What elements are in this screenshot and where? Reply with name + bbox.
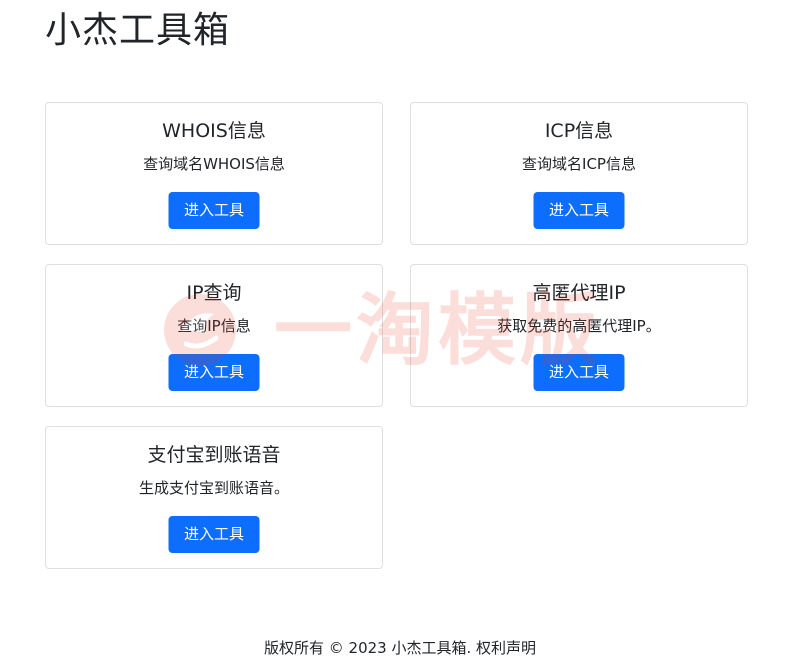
enter-tool-button-alipay-voice[interactable]: 进入工具: [168, 516, 260, 553]
enter-tool-button-ip-lookup[interactable]: 进入工具: [168, 354, 260, 391]
card-title: ICP信息: [544, 120, 614, 142]
card-description: 查询域名ICP信息: [522, 155, 636, 173]
page: 小杰工具箱 WHOIS信息 查询域名WHOIS信息 进入工具 ICP信息 查询域…: [0, 0, 800, 668]
card-description: 查询域名WHOIS信息: [143, 155, 285, 173]
tool-card-proxy-ip: 高匿代理IP 获取免费的高匿代理IP。 进入工具: [410, 264, 748, 407]
footer-copyright: 版权所有 © 2023 小杰工具箱. 权利声明: [263, 639, 536, 657]
tool-card-icp: ICP信息 查询域名ICP信息 进入工具: [410, 102, 748, 245]
card-title: IP查询: [186, 282, 242, 304]
site-title: 小杰工具箱: [45, 10, 231, 51]
enter-tool-button-whois[interactable]: 进入工具: [168, 192, 260, 229]
card-description: 获取免费的高匿代理IP。: [497, 317, 661, 335]
card-title: WHOIS信息: [162, 120, 266, 142]
enter-tool-button-proxy-ip[interactable]: 进入工具: [533, 354, 625, 391]
enter-tool-button-icp[interactable]: 进入工具: [533, 192, 625, 229]
card-description: 查询IP信息: [177, 317, 251, 335]
tool-card-ip-lookup: IP查询 查询IP信息 进入工具: [45, 264, 383, 407]
card-title: 高匿代理IP: [532, 282, 626, 304]
tool-card-alipay-voice: 支付宝到账语音 生成支付宝到账语音。 进入工具: [45, 426, 383, 569]
card-description: 生成支付宝到账语音。: [138, 479, 289, 497]
tool-card-whois: WHOIS信息 查询域名WHOIS信息 进入工具: [45, 102, 383, 245]
card-title: 支付宝到账语音: [147, 444, 281, 466]
